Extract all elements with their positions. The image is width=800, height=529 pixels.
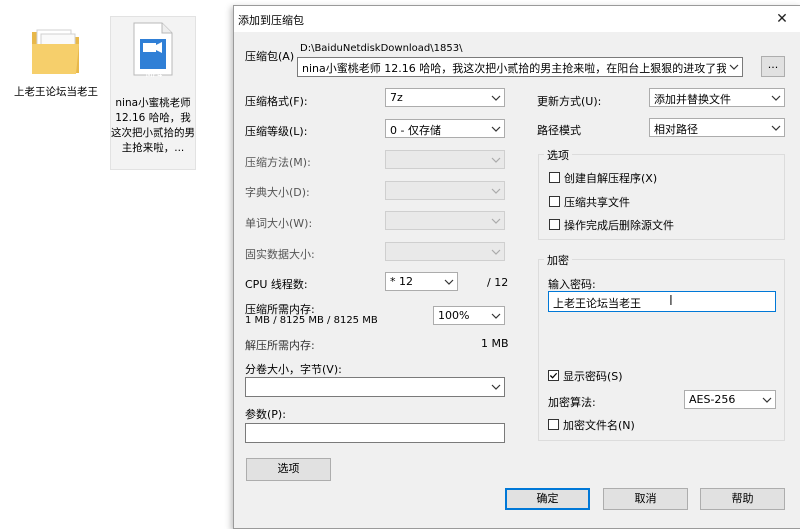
archive-path: D:\BaiduNetdiskDownload\1853\ [300, 43, 463, 54]
update-mode-select[interactable]: 添加并替换文件 [649, 88, 785, 107]
volume-size-combo[interactable] [245, 377, 505, 397]
threads-select[interactable]: * 12 [385, 272, 458, 291]
browse-button[interactable]: ... [761, 56, 785, 77]
delete-after-label: 操作完成后删除源文件 [564, 219, 674, 232]
archive-label: 压缩包(A) [245, 50, 295, 63]
shared-files-label: 压缩共享文件 [564, 196, 630, 209]
password-input[interactable]: 上老王论坛当老王 I [548, 291, 776, 312]
format-select[interactable]: 7z [385, 88, 505, 107]
dict-select[interactable] [385, 181, 505, 200]
shared-files-checkbox[interactable] [549, 196, 560, 207]
decompress-mem-value: 1 MB [481, 337, 509, 350]
encryption-group-title: 加密 [544, 252, 572, 268]
chevron-down-icon [491, 249, 501, 255]
add-to-archive-dialog: 添加到压缩包 ✕ 压缩包(A) D:\BaiduNetdiskDownload\… [233, 5, 800, 529]
volume-label: 分卷大小，字节(V): [245, 363, 342, 376]
dialog-title: 添加到压缩包 [238, 14, 304, 27]
chevron-down-icon [491, 126, 501, 132]
desktop-folder[interactable]: 上老王论坛当老王 [14, 18, 98, 138]
encrypt-names-checkbox[interactable] [548, 419, 559, 430]
archive-name-combo[interactable]: nina小蜜桃老师 12.16 哈哈，我这次把小贰拾的男主抢来啦，在阳台上狠狠的… [297, 57, 743, 77]
options-group-title: 选项 [544, 147, 572, 163]
archive-name-value: nina小蜜桃老师 12.16 哈哈，我这次把小贰拾的男主抢来啦，在阳台上狠狠的… [302, 62, 726, 75]
dialog-titlebar: 添加到压缩包 ✕ [234, 6, 800, 32]
chevron-down-icon [491, 95, 501, 101]
solid-select[interactable] [385, 242, 505, 261]
encryption-algo-value: AES-256 [689, 393, 736, 406]
solid-label: 固实数据大小: [245, 248, 315, 261]
options-group: 选项 创建自解压程序(X) 压缩共享文件 操作完成后删除源文件 [538, 147, 785, 240]
chevron-down-icon [762, 397, 772, 403]
format-label: 压缩格式(F): [245, 95, 308, 108]
cancel-button[interactable]: 取消 [603, 488, 688, 510]
desktop-folder-label: 上老王论坛当老王 [14, 86, 98, 98]
chevron-down-icon [491, 188, 501, 194]
word-label: 单词大小(W): [245, 217, 313, 230]
desktop-video-file[interactable]: MP4 nina小蜜桃老师 12.16 哈哈，我这次把小贰拾的男主抢来啦，... [110, 16, 196, 170]
word-select[interactable] [385, 211, 505, 230]
method-label: 压缩方法(M): [245, 156, 311, 169]
compress-mem-detail: 1 MB / 8125 MB / 8125 MB [245, 315, 378, 326]
options-button[interactable]: 选项 [246, 458, 331, 481]
desktop-video-label: nina小蜜桃老师 12.16 哈哈，我这次把小贰拾的男主抢来啦，... [111, 97, 195, 154]
path-mode-select[interactable]: 相对路径 [649, 118, 785, 137]
encryption-algo-select[interactable]: AES-256 [684, 390, 776, 409]
ok-button[interactable]: 确定 [505, 488, 590, 510]
chevron-down-icon [491, 384, 501, 390]
params-input[interactable] [245, 423, 505, 443]
memory-percent-value: 100% [438, 309, 470, 322]
encrypt-names-label: 加密文件名(N) [563, 419, 635, 432]
text-cursor-icon: I [669, 294, 673, 309]
help-button[interactable]: 帮助 [700, 488, 785, 510]
mp4-badge: MP4 [145, 70, 163, 79]
update-mode-value: 添加并替换文件 [654, 93, 731, 106]
threads-label: CPU 线程数: [245, 278, 308, 291]
password-value: 上老王论坛当老王 [553, 297, 641, 310]
checkmark-icon [549, 372, 558, 379]
encryption-group: 加密 输入密码: 上老王论坛当老王 I 显示密码(S) 加密算法: AES-25… [538, 252, 785, 441]
encryption-algo-label: 加密算法: [548, 396, 596, 409]
folder-icon [32, 29, 79, 74]
chevron-down-icon [491, 218, 501, 224]
chevron-down-icon [729, 64, 739, 70]
close-icon[interactable]: ✕ [765, 6, 799, 32]
method-select[interactable] [385, 150, 505, 169]
path-mode-label: 路径模式 [537, 124, 581, 137]
decompress-mem-label: 解压所需内存: [245, 339, 315, 352]
path-mode-value: 相对路径 [654, 123, 698, 136]
show-password-checkbox[interactable] [548, 370, 559, 381]
chevron-down-icon [771, 95, 781, 101]
sfx-label: 创建自解压程序(X) [564, 172, 658, 185]
sfx-checkbox[interactable] [549, 172, 560, 183]
chevron-down-icon [491, 313, 501, 319]
level-select[interactable]: 0 - 仅存储 [385, 119, 505, 138]
threads-value: * 12 [390, 275, 413, 288]
password-label: 输入密码: [548, 278, 596, 291]
level-label: 压缩等级(L): [245, 125, 308, 138]
mp4-file-icon [133, 22, 173, 76]
chevron-down-icon [444, 279, 454, 285]
threads-max: / 12 [487, 276, 509, 289]
show-password-label: 显示密码(S) [563, 370, 623, 383]
dict-label: 字典大小(D): [245, 186, 310, 199]
params-label: 参数(P): [245, 408, 286, 421]
update-label: 更新方式(U): [537, 95, 602, 108]
format-value: 7z [390, 91, 403, 104]
chevron-down-icon [491, 157, 501, 163]
level-value: 0 - 仅存储 [390, 124, 441, 137]
memory-percent-select[interactable]: 100% [433, 306, 505, 325]
chevron-down-icon [771, 125, 781, 131]
delete-after-checkbox[interactable] [549, 219, 560, 230]
